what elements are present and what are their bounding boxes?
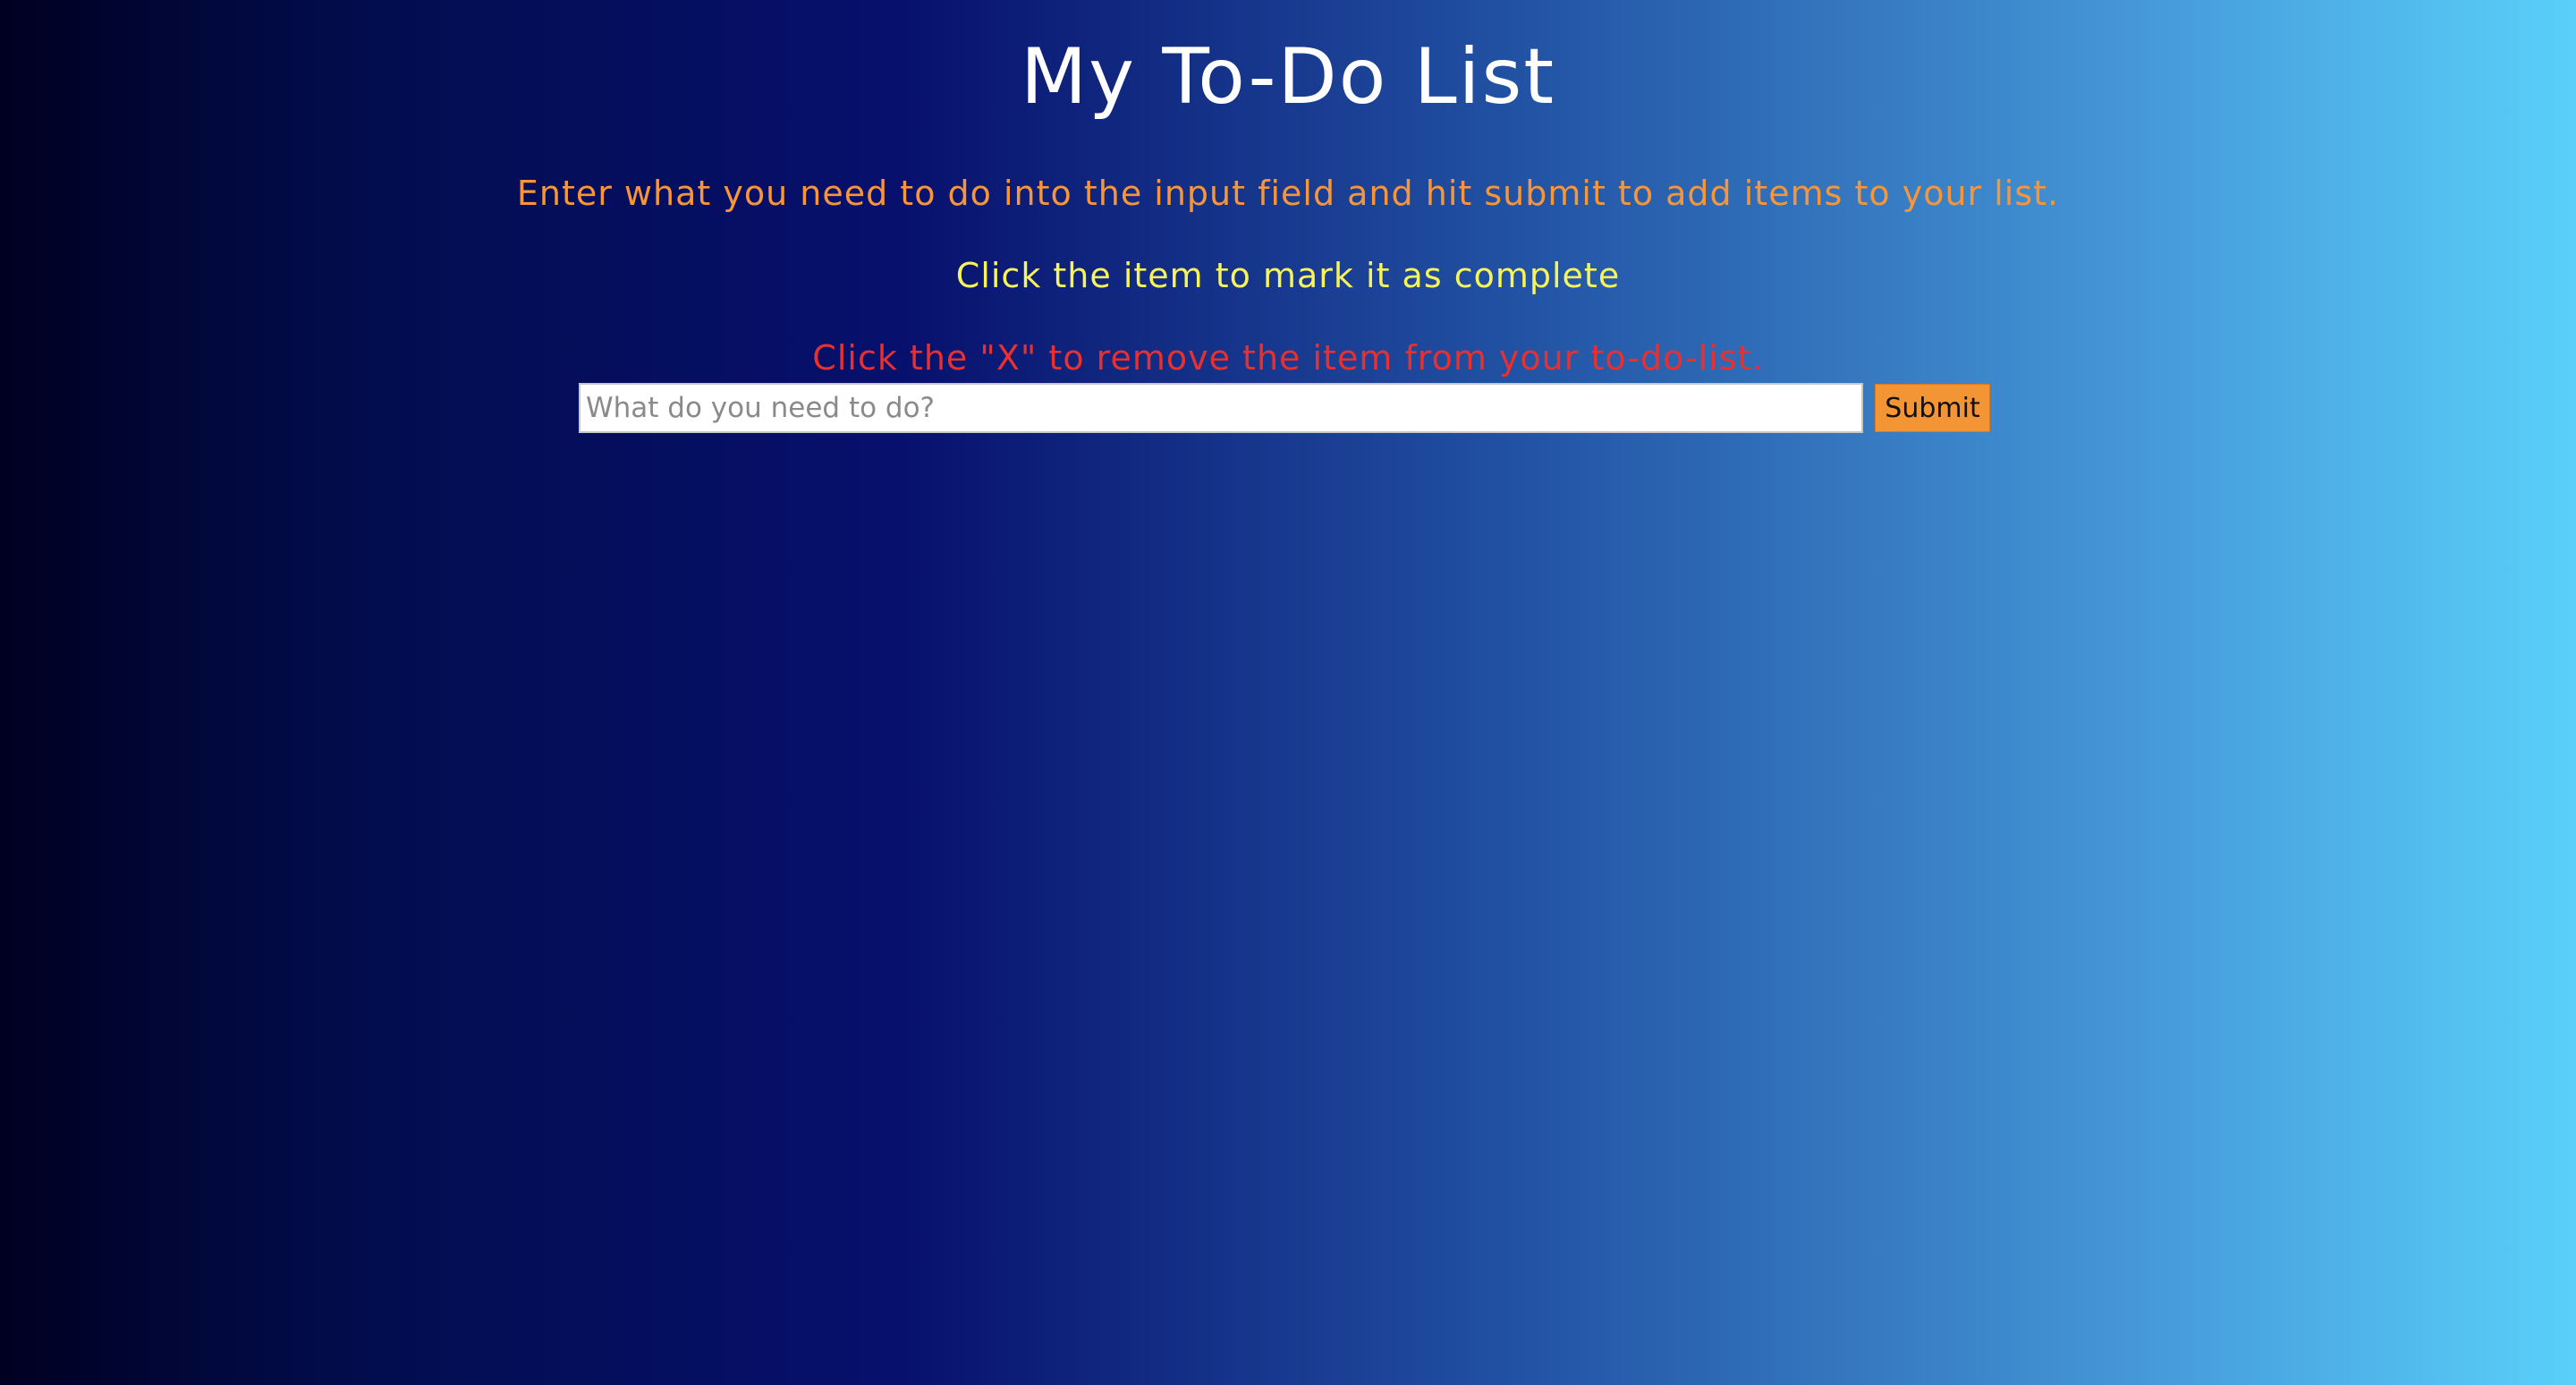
page-title: My To-Do List bbox=[1020, 32, 1556, 122]
submit-button[interactable]: Submit bbox=[1875, 384, 1990, 432]
todo-input[interactable] bbox=[579, 383, 1863, 433]
instruction-remove-item: Click the "X" to remove the item from yo… bbox=[812, 338, 1764, 378]
todo-form: Submit bbox=[579, 383, 1990, 433]
page-container: My To-Do List Enter what you need to do … bbox=[0, 0, 2576, 379]
instruction-mark-complete: Click the item to mark it as complete bbox=[955, 256, 1621, 295]
instruction-add-items: Enter what you need to do into the input… bbox=[516, 174, 2060, 213]
